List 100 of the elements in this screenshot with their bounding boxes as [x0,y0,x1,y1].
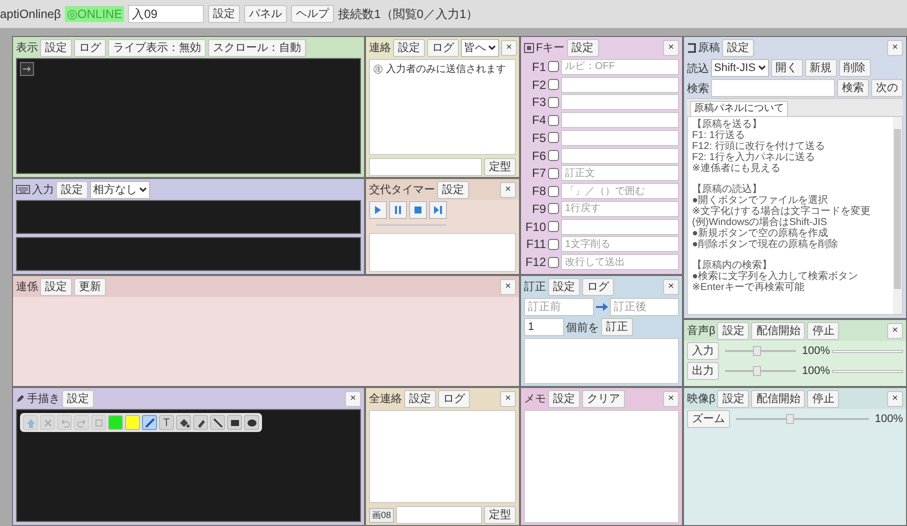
close-button[interactable]: × [887,40,903,56]
fill-tool[interactable] [176,415,191,430]
template-button[interactable]: 定型 [484,506,516,524]
key-field[interactable]: 1行戻す [561,200,679,217]
key-field[interactable] [561,94,679,110]
message-field[interactable] [396,506,482,524]
key-checkbox[interactable] [548,150,559,162]
slider-thumb[interactable] [753,346,762,356]
next-button[interactable] [429,201,447,219]
key-field[interactable]: 改行して送出 [561,254,679,270]
zoom-button[interactable]: ズーム [687,410,730,428]
color-swatch[interactable] [108,415,123,430]
panel-button[interactable]: ライブ表示：無効 [108,38,206,56]
drawing-canvas[interactable]: T [16,409,361,522]
panel-button[interactable]: 設定 [722,38,754,56]
panel-button[interactable]: 設定 [40,278,72,296]
memo-textarea[interactable] [524,410,679,523]
key-checkbox[interactable] [548,61,559,72]
panel-button[interactable]: スクロール：自動 [208,38,306,56]
encoding-select[interactable]: Shift-JIS [711,59,769,77]
mode-select[interactable]: 相方なし [90,180,150,198]
message-field[interactable] [369,158,482,176]
file-button[interactable]: 新規 [804,59,837,77]
close-button[interactable]: × [887,322,903,338]
input-textarea[interactable] [16,200,361,234]
menu-button[interactable]: 設定 [208,5,240,23]
panel-tab[interactable]: 原稿パネルについて [690,101,788,116]
key-checkbox[interactable] [548,221,559,232]
timer-textarea[interactable] [369,233,516,272]
play-button[interactable] [369,201,387,219]
key-checkbox[interactable] [548,114,559,126]
text-tool[interactable]: T [159,415,174,430]
channel-button[interactable]: 出力 [687,362,719,380]
key-checkbox[interactable] [548,256,559,268]
key-field[interactable] [561,148,679,164]
close-button[interactable]: × [345,390,361,406]
menu-button[interactable]: パネル [244,5,288,23]
key-checkbox[interactable] [548,238,559,250]
correct-button[interactable]: 訂正 [601,318,633,336]
eraser-tool[interactable] [193,415,208,430]
template-button[interactable]: 定型 [484,158,516,176]
panel-button[interactable]: 配信開始 [751,390,806,408]
search-button[interactable]: 次の [871,79,903,97]
key-checkbox[interactable] [548,203,559,214]
mode-select[interactable]: 皆へ [461,38,499,56]
panel-button[interactable]: 設定 [404,390,436,408]
key-checkbox[interactable] [548,79,559,90]
close-button[interactable]: × [500,182,516,198]
name-field[interactable]: 入09 [128,5,204,23]
close-button[interactable]: × [500,390,516,406]
close-button[interactable]: × [663,40,679,56]
scrollbar[interactable] [893,117,902,314]
file-button[interactable]: 開く [770,59,803,77]
panel-button[interactable]: 配信開始 [751,322,806,340]
close-button[interactable]: × [887,390,903,406]
after-field[interactable]: 訂正後 [610,298,679,316]
line-tool[interactable] [210,415,225,430]
ellipse-tool[interactable] [244,415,259,430]
input-textarea[interactable] [16,237,361,271]
correction-log[interactable] [524,338,679,384]
close-button[interactable]: × [663,278,679,294]
key-field[interactable] [561,218,679,235]
before-field[interactable]: 訂正前 [524,298,594,316]
panel-button[interactable]: 設定 [40,38,72,56]
search-button[interactable]: 検索 [837,79,869,97]
key-field[interactable]: 「」／（）で囲む [561,183,679,200]
panel-button[interactable]: 設定 [566,38,599,56]
search-field[interactable] [711,79,835,97]
key-field[interactable] [561,76,679,93]
close-button[interactable]: × [501,40,517,56]
key-field[interactable]: 1文字削る [561,236,679,252]
pause-button[interactable] [389,201,407,219]
panel-button[interactable]: 設定 [62,390,94,408]
panel-button[interactable]: クリア [582,390,625,408]
panel-button[interactable]: 設定 [437,180,469,198]
panel-button[interactable]: 停止 [807,390,840,408]
stop-button[interactable] [409,201,427,219]
key-field[interactable]: 訂正文 [561,165,679,182]
key-checkbox[interactable] [548,96,559,108]
close-button[interactable]: × [500,278,516,294]
panel-button[interactable]: 設定 [717,322,750,340]
count-field[interactable]: 1 [524,318,564,336]
panel-button[interactable]: ログ [582,278,614,296]
panel-button[interactable]: 更新 [74,278,106,296]
panel-button[interactable]: ログ [74,38,106,56]
color-swatch[interactable] [125,415,140,430]
slider-thumb[interactable] [753,366,762,376]
menu-button[interactable]: ヘルプ [291,5,334,23]
panel-button[interactable]: ログ [438,390,470,408]
panel-button[interactable]: 停止 [807,322,840,340]
pen-tool[interactable] [142,415,157,430]
panel-button[interactable]: 設定 [548,278,580,296]
key-field[interactable] [561,112,679,128]
slider-thumb[interactable] [786,414,794,424]
key-field[interactable]: ルビ：OFF [561,58,679,75]
panel-button[interactable]: 設定 [56,180,88,198]
key-checkbox[interactable] [548,186,559,197]
key-field[interactable] [561,130,679,146]
close-button[interactable]: × [663,390,679,406]
key-checkbox[interactable] [548,132,559,144]
